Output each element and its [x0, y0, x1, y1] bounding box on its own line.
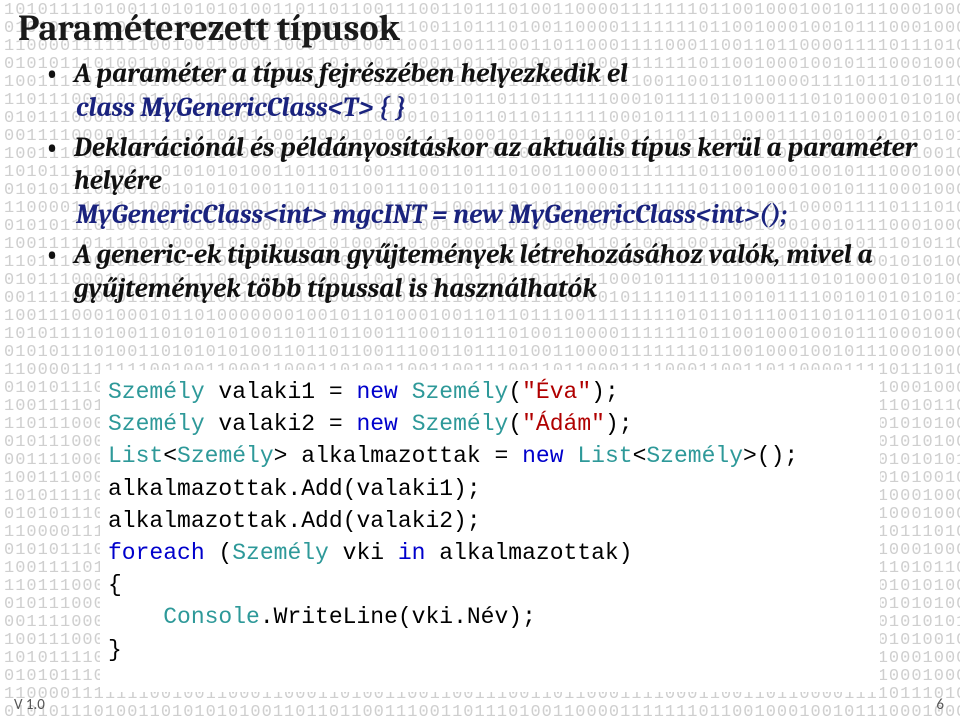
code-line: alkalmazottak.Add(valaki2); [108, 505, 872, 537]
code-line: Console.WriteLine(vki.Név); [108, 601, 872, 633]
code-line: List<Személy> alkalmazottak = new List<S… [108, 440, 872, 472]
code-line: alkalmazottak.Add(valaki1); [108, 473, 872, 505]
code-line: Személy valaki1 = new Személy("Éva"); [108, 376, 872, 408]
code-line: { [108, 569, 872, 601]
code-sample: Személy valaki1 = new Személy("Éva");Sze… [100, 370, 880, 692]
bullet-text: A paraméter a típus fejrészében helyezke… [70, 57, 942, 91]
bullet-text: Deklarációnál és példányosításkor az akt… [70, 131, 942, 199]
bullet-item: A paraméter a típus fejrészében helyezke… [46, 57, 942, 125]
page-title: Paraméterezett típusok [18, 8, 942, 49]
bullet-item: A generic-ek tipikusan gyűjtemények létr… [46, 238, 942, 306]
bullet-list: A paraméter a típus fejrészében helyezke… [18, 57, 942, 305]
bullet-code: MyGenericClass<int> mgcINT = new MyGener… [70, 199, 787, 230]
footer-page-number: 6 [936, 696, 944, 714]
footer-version: V 1.0 [14, 696, 45, 714]
bullet-item: Deklarációnál és példányosításkor az akt… [46, 131, 942, 232]
bullet-code: class MyGenericClass<T> { } [70, 92, 405, 123]
slide-content: Paraméterezett típusok A paraméter a típ… [0, 0, 960, 305]
code-line: Személy valaki2 = new Személy("Ádám"); [108, 408, 872, 440]
code-line: foreach (Személy vki in alkalmazottak) [108, 537, 872, 569]
code-line: } [108, 634, 872, 666]
bullet-text: A generic-ek tipikusan gyűjtemények létr… [70, 238, 942, 306]
